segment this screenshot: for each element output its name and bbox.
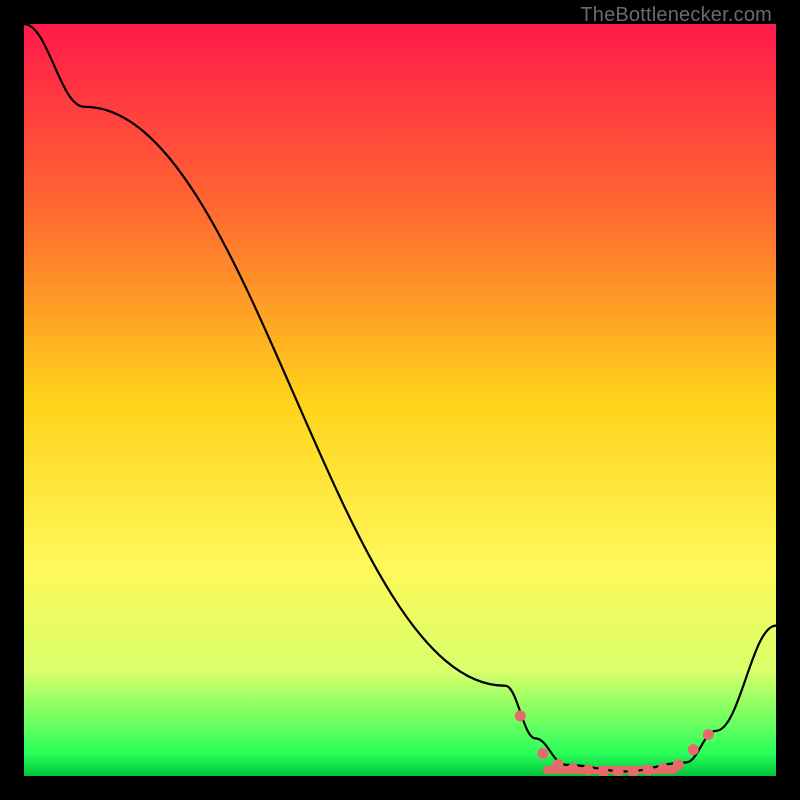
gradient-background <box>24 24 776 776</box>
highlight-dot <box>673 759 684 770</box>
chart-svg <box>24 24 776 776</box>
highlight-dot <box>537 748 548 759</box>
highlight-dot <box>688 744 699 755</box>
highlight-dot <box>515 710 526 721</box>
highlight-dot <box>567 763 578 774</box>
highlight-dot <box>703 729 714 740</box>
highlight-dot <box>658 763 669 774</box>
highlight-dot <box>643 764 654 775</box>
chart-area <box>24 24 776 776</box>
highlight-dot <box>583 764 594 775</box>
highlight-dot <box>552 759 563 770</box>
